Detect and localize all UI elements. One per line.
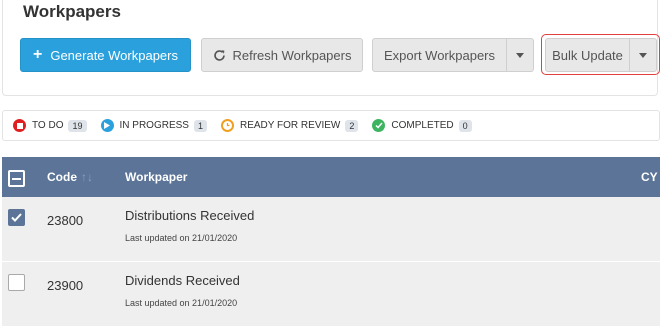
- select-all-checkbox[interactable]: [8, 170, 25, 187]
- column-code-label: Code: [47, 170, 77, 184]
- bulk-update-button[interactable]: Bulk Update: [546, 39, 629, 71]
- check-icon: [11, 213, 22, 222]
- row-last-updated: Last updated on 21/01/2020: [125, 298, 238, 308]
- bulk-update-split-button: Bulk Update: [545, 38, 657, 72]
- status-count: 0: [458, 119, 472, 132]
- workpapers-table: Code ↑↓ Workpaper CY 23800 Distributions …: [2, 157, 660, 327]
- minus-icon: [12, 177, 21, 180]
- table-row[interactable]: 23900 Dividends Received Last updated on…: [2, 262, 660, 327]
- status-label: COMPLETED: [391, 120, 454, 131]
- status-count: 1: [193, 119, 207, 132]
- caret-down-icon: [516, 52, 524, 58]
- refresh-workpapers-button[interactable]: Refresh Workpapers: [201, 38, 363, 72]
- page-title: Workpapers: [23, 2, 121, 21]
- generate-workpapers-label: Generate Workpapers: [50, 47, 178, 63]
- export-workpapers-button[interactable]: Export Workpapers: [373, 39, 506, 71]
- stop-icon: [13, 119, 26, 132]
- column-header-code[interactable]: Code ↑↓: [47, 170, 93, 184]
- check-circle-icon: [372, 119, 386, 132]
- row-workpaper-name[interactable]: Distributions Received: [125, 208, 254, 223]
- generate-workpapers-button[interactable]: + Generate Workpapers: [20, 38, 191, 72]
- row-checkbox[interactable]: [8, 274, 25, 291]
- status-filter-bar: TO DO 19 IN PROGRESS 1 READY FOR REVIEW …: [2, 110, 660, 141]
- table-header: Code ↑↓ Workpaper CY: [2, 157, 660, 197]
- status-ready-for-review[interactable]: READY FOR REVIEW 2: [220, 119, 359, 132]
- export-dropdown-toggle[interactable]: [506, 39, 533, 71]
- row-checkbox[interactable]: [8, 209, 25, 226]
- export-workpapers-split-button: Export Workpapers: [372, 38, 534, 72]
- status-in-progress[interactable]: IN PROGRESS 1: [100, 119, 207, 132]
- plus-icon: +: [32, 46, 43, 63]
- refresh-workpapers-label: Refresh Workpapers: [232, 47, 352, 63]
- status-todo[interactable]: TO DO 19: [13, 119, 87, 132]
- row-code: 23900: [47, 278, 84, 293]
- caret-down-icon: [639, 52, 647, 58]
- play-icon: [100, 119, 114, 132]
- column-header-cy: CY: [641, 170, 658, 184]
- bulk-update-dropdown-toggle[interactable]: [629, 39, 656, 71]
- clock-icon: [220, 119, 234, 132]
- status-label: IN PROGRESS: [119, 120, 189, 131]
- status-count: 19: [68, 119, 87, 132]
- sort-icon: ↑↓: [81, 170, 93, 184]
- refresh-icon: [213, 49, 226, 62]
- table-row[interactable]: 23800 Distributions Received Last update…: [2, 197, 660, 262]
- status-completed[interactable]: COMPLETED 0: [372, 119, 472, 132]
- row-last-updated: Last updated on 21/01/2020: [125, 233, 238, 243]
- column-header-workpaper: Workpaper: [125, 170, 188, 184]
- status-label: TO DO: [32, 120, 64, 131]
- status-count: 2: [345, 119, 359, 132]
- status-label: READY FOR REVIEW: [239, 120, 341, 131]
- row-workpaper-name[interactable]: Dividends Received: [125, 273, 240, 288]
- row-code: 23800: [47, 213, 84, 228]
